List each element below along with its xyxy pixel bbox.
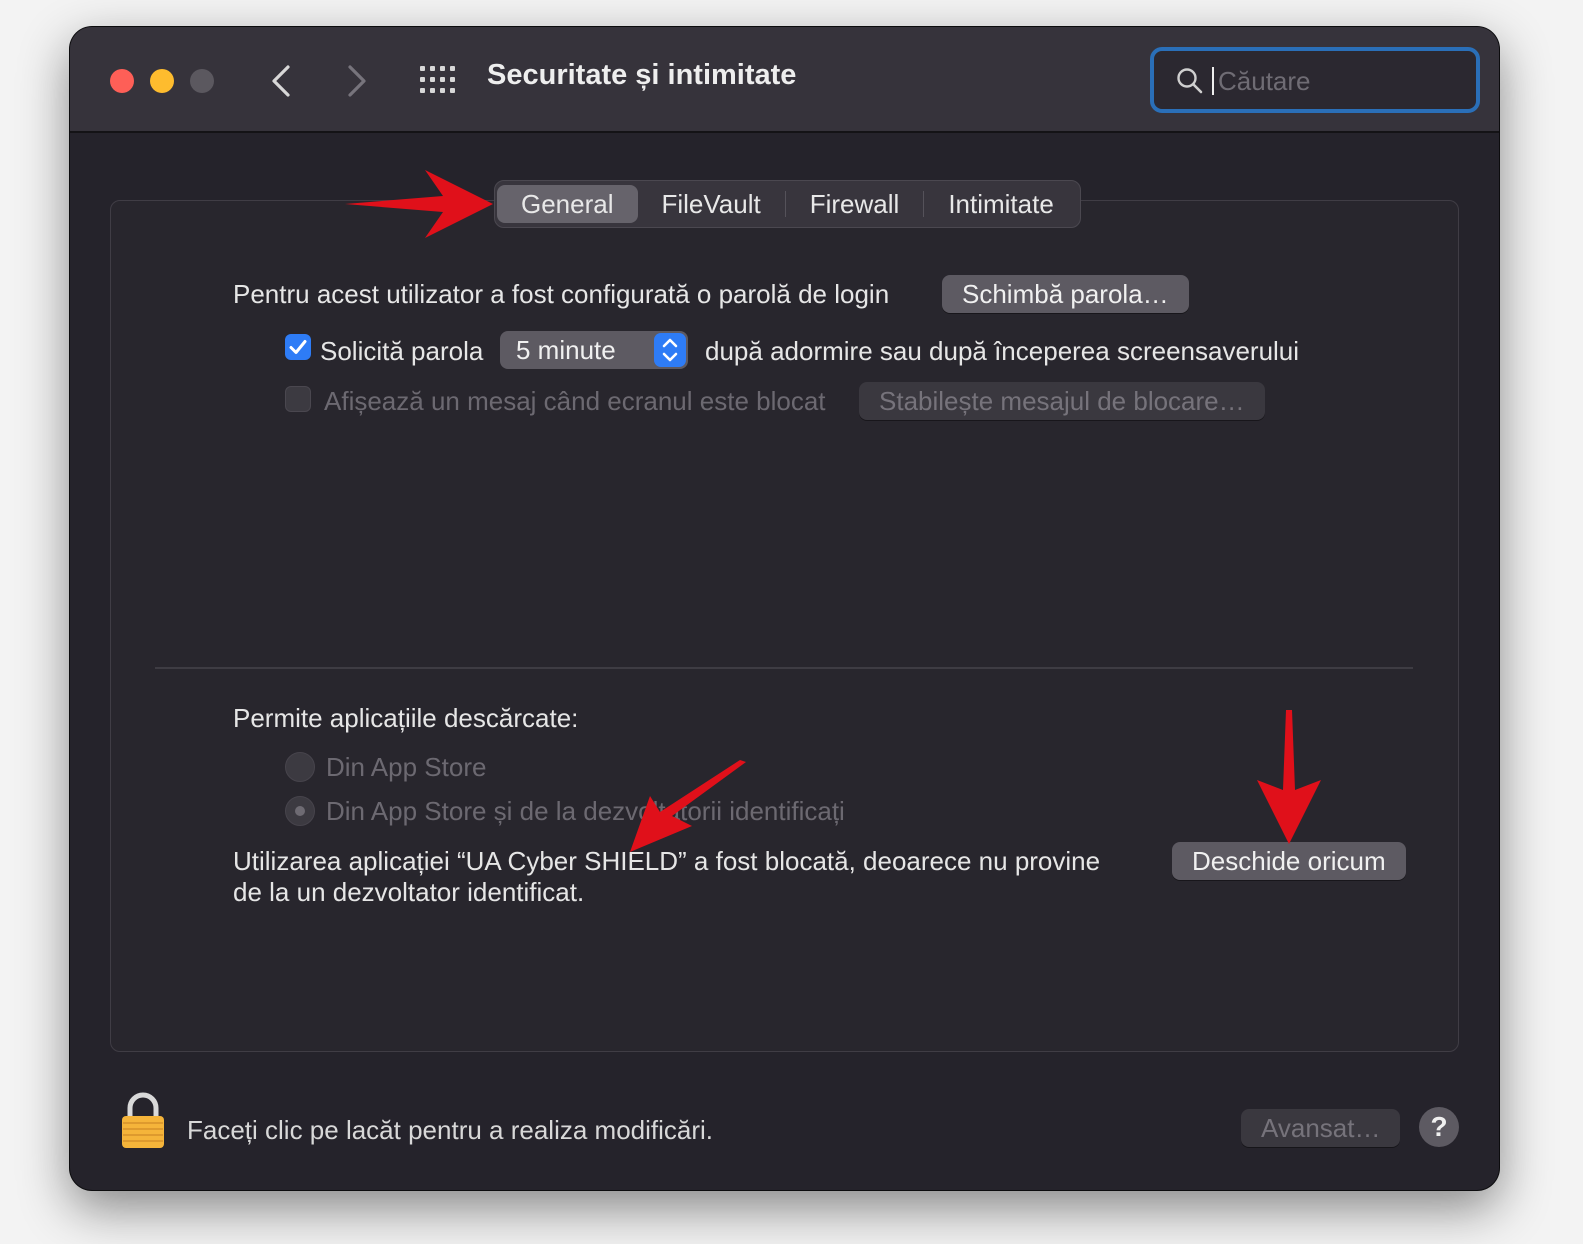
login-password-text: Pentru acest utilizator a fost configura… — [233, 279, 890, 309]
radio-app-store-identified[interactable] — [285, 796, 315, 826]
popup-stepper — [654, 333, 686, 367]
radio-app-store[interactable] — [285, 752, 315, 782]
annotation-arrow-icon — [1257, 710, 1321, 844]
lock-icon[interactable] — [120, 1092, 166, 1150]
lock-message-checkbox[interactable] — [285, 386, 311, 412]
text-caret — [1212, 67, 1214, 95]
change-password-button[interactable]: Schimbă parola… — [942, 275, 1189, 313]
annotation-arrow-icon — [345, 170, 493, 238]
require-password-label: Solicită parola — [320, 336, 484, 366]
tab-bar: General FileVault Firewall Intimitate — [494, 180, 1081, 228]
tab-filevault[interactable]: FileVault — [638, 185, 785, 223]
show-all-grid-icon[interactable] — [418, 65, 458, 95]
help-button[interactable]: ? — [1419, 1107, 1459, 1147]
allow-apps-heading: Permite aplicațiile descărcate: — [233, 703, 579, 733]
search-icon — [1177, 68, 1203, 94]
set-lock-message-button[interactable]: Stabilește mesajul de blocare… — [859, 382, 1265, 420]
back-chevron-icon[interactable] — [262, 61, 302, 101]
require-password-checkbox[interactable] — [285, 334, 311, 360]
tab-firewall[interactable]: Firewall — [786, 185, 924, 223]
search-input[interactable] — [1216, 61, 1460, 101]
content-panel — [110, 200, 1459, 1052]
up-down-chevron-icon — [662, 338, 678, 362]
advanced-button[interactable]: Avansat… — [1241, 1109, 1401, 1147]
forward-chevron-icon[interactable] — [336, 61, 376, 101]
lock-hint-text: Faceți clic pe lacăt pentru a realiza mo… — [187, 1115, 714, 1145]
open-anyway-button[interactable]: Deschide oricum — [1172, 842, 1406, 880]
radio-app-store-identified-label: Din App Store și de la dezvoltatorii ide… — [326, 796, 845, 826]
password-delay-value: 5 minute — [516, 335, 616, 365]
search-field[interactable] — [1150, 47, 1480, 113]
zoom-button[interactable] — [190, 69, 214, 93]
lock-message-label: Afișează un mesaj când ecranul este bloc… — [324, 386, 826, 416]
settings-window: Securitate și intimitate General FileVau… — [70, 27, 1499, 1190]
tab-general[interactable]: General — [497, 185, 638, 223]
annotation-arrow-icon — [630, 760, 746, 852]
blocked-app-message-line2: de la un dezvoltator identificat. — [233, 877, 585, 907]
checkmark-icon — [289, 340, 307, 354]
window-title: Securitate și intimitate — [487, 59, 797, 91]
title-bar: Securitate și intimitate — [70, 27, 1499, 133]
minimize-button[interactable] — [150, 69, 174, 93]
password-delay-popup[interactable]: 5 minute — [500, 331, 688, 369]
tab-intimitate[interactable]: Intimitate — [924, 185, 1078, 223]
radio-app-store-label: Din App Store — [326, 752, 487, 782]
radio-selected-dot — [295, 806, 305, 816]
require-password-suffix: după adormire sau după începerea screens… — [705, 336, 1300, 366]
section-divider — [155, 667, 1413, 669]
close-button[interactable] — [110, 69, 134, 93]
